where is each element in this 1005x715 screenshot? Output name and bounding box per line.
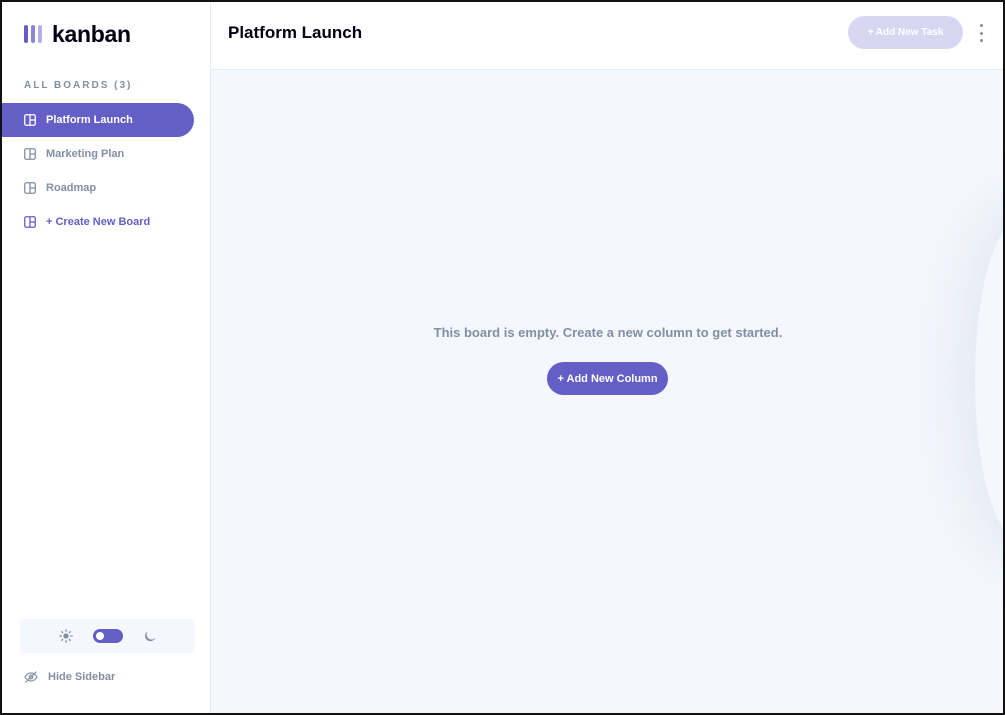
hide-sidebar-label: Hide Sidebar — [48, 671, 116, 683]
sidebar-item-label: Platform Launch — [46, 114, 133, 126]
board-list: Platform Launch Marketing Plan Roadmap +… — [2, 103, 211, 239]
vertical-ellipsis-icon[interactable] — [977, 24, 985, 42]
page-title: Platform Launch — [228, 23, 363, 42]
app-window: kanban ALL BOARDS (3) Platform Launch Ma… — [0, 0, 1005, 715]
sidebar-item-label: Marketing Plan — [46, 148, 125, 160]
add-column-button[interactable]: + Add New Column — [547, 362, 668, 395]
board-area: This board is empty. Create a new column… — [211, 70, 1003, 713]
create-board-label: + Create New Board — [46, 216, 151, 228]
sidebar-item-label: Roadmap — [46, 182, 97, 194]
logo-text: kanban — [52, 20, 131, 47]
theme-switch[interactable] — [92, 629, 123, 643]
add-task-button[interactable]: + Add New Task — [848, 16, 963, 49]
empty-board-message: This board is empty. Create a new column… — [433, 325, 783, 340]
sun-icon — [58, 629, 73, 643]
theme-toggle-panel — [20, 619, 195, 653]
sidebar-item-roadmap[interactable]: Roadmap — [2, 171, 194, 205]
hide-sidebar-button[interactable]: Hide Sidebar — [24, 668, 115, 686]
theme-switch-knob — [95, 632, 104, 640]
create-board-button[interactable]: + Create New Board — [2, 205, 194, 239]
header: Platform Launch + Add New Task — [211, 2, 1003, 70]
sidebar: kanban ALL BOARDS (3) Platform Launch Ma… — [2, 2, 211, 713]
logo-icon — [24, 25, 42, 43]
board-icon — [24, 148, 36, 160]
board-icon — [24, 182, 36, 194]
eye-slash-icon — [24, 670, 38, 684]
board-icon — [24, 114, 36, 126]
moon-icon — [143, 629, 157, 643]
board-icon — [24, 216, 36, 228]
boards-heading: ALL BOARDS (3) — [24, 80, 133, 91]
edge-shadow — [975, 220, 1003, 540]
logo: kanban — [24, 21, 131, 47]
sidebar-item-platform-launch[interactable]: Platform Launch — [2, 103, 194, 137]
sidebar-item-marketing-plan[interactable]: Marketing Plan — [2, 137, 194, 171]
